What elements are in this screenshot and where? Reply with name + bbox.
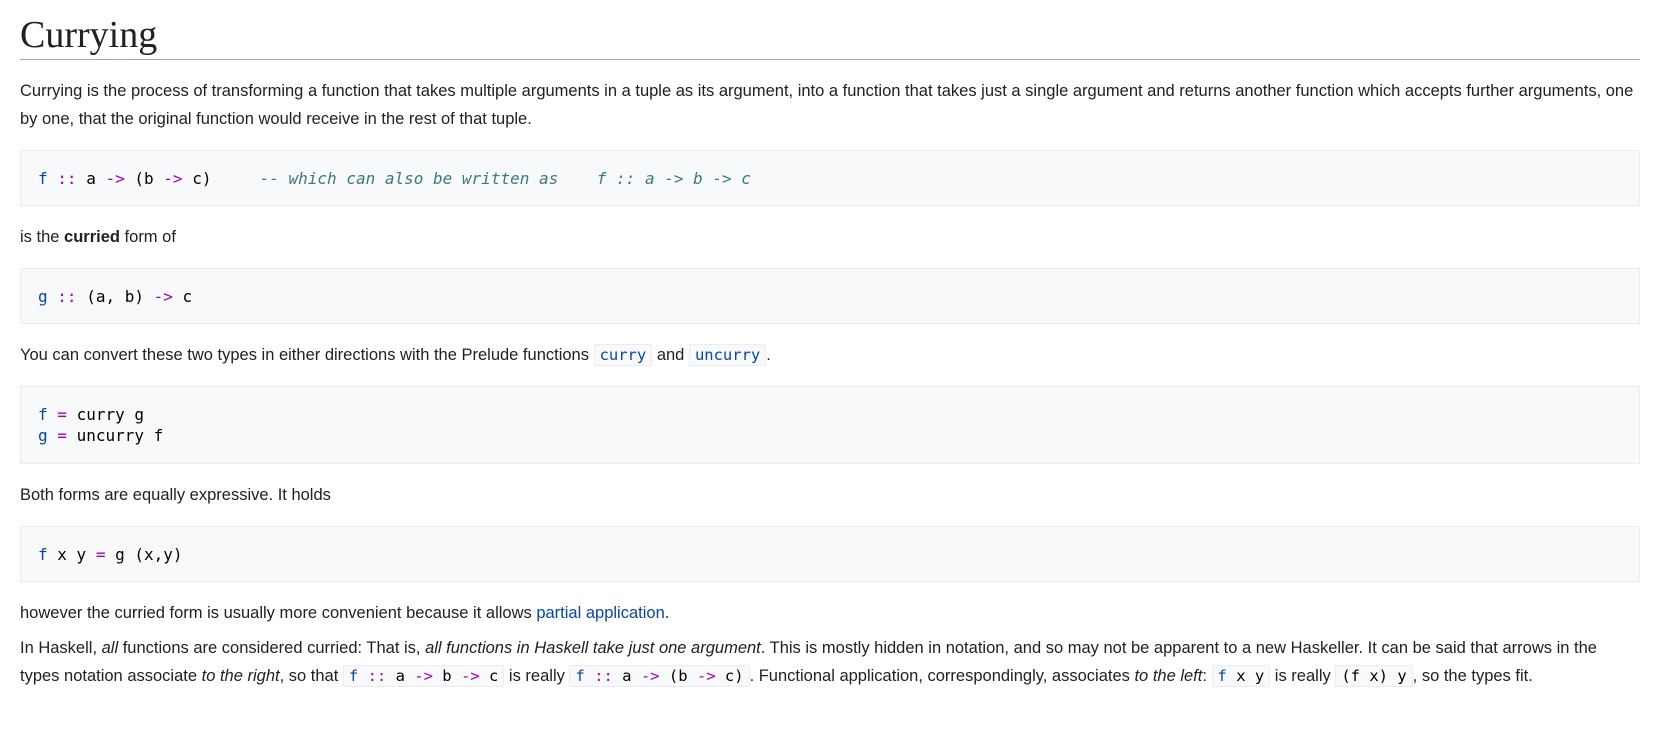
article-content: Currying Currying is the process of tran… (20, 0, 1640, 690)
inline-code-left-assoc: (f x) y (1335, 665, 1413, 687)
curry-link[interactable]: curry (593, 344, 653, 366)
uncurry-link[interactable]: uncurry (688, 344, 767, 366)
convenient-sentence: however the curried form is usually more… (20, 604, 670, 622)
code-block-uncurried-type: g :: (a, b) -> c (20, 268, 1640, 324)
inline-code-application: f x y (1211, 665, 1271, 687)
code-block-conversion: f = curry g g = uncurry f (20, 386, 1640, 464)
code-block-equivalence: f x y = g (x,y) (20, 526, 1640, 582)
inline-code-parenthesized-type: f :: a -> (b -> c) (569, 665, 750, 687)
curried-sentence: is the curried form of (20, 228, 176, 246)
code-comment: -- which can also be written as f :: a -… (259, 169, 751, 188)
code-block-curried-type: f :: a -> (b -> c) -- which can also be … (20, 150, 1640, 206)
inline-code-curried-type: f :: a -> b -> c (342, 665, 505, 687)
page-title: Currying (20, 0, 1640, 60)
convert-sentence: You can convert these two types in eithe… (20, 344, 771, 366)
intro-paragraph: Currying is the process of transforming … (20, 82, 1634, 128)
holds-sentence: Both forms are equally expressive. It ho… (20, 486, 331, 504)
haskell-paragraph: In Haskell, all functions are considered… (20, 639, 1597, 687)
partial-application-link[interactable]: partial application (536, 604, 664, 622)
